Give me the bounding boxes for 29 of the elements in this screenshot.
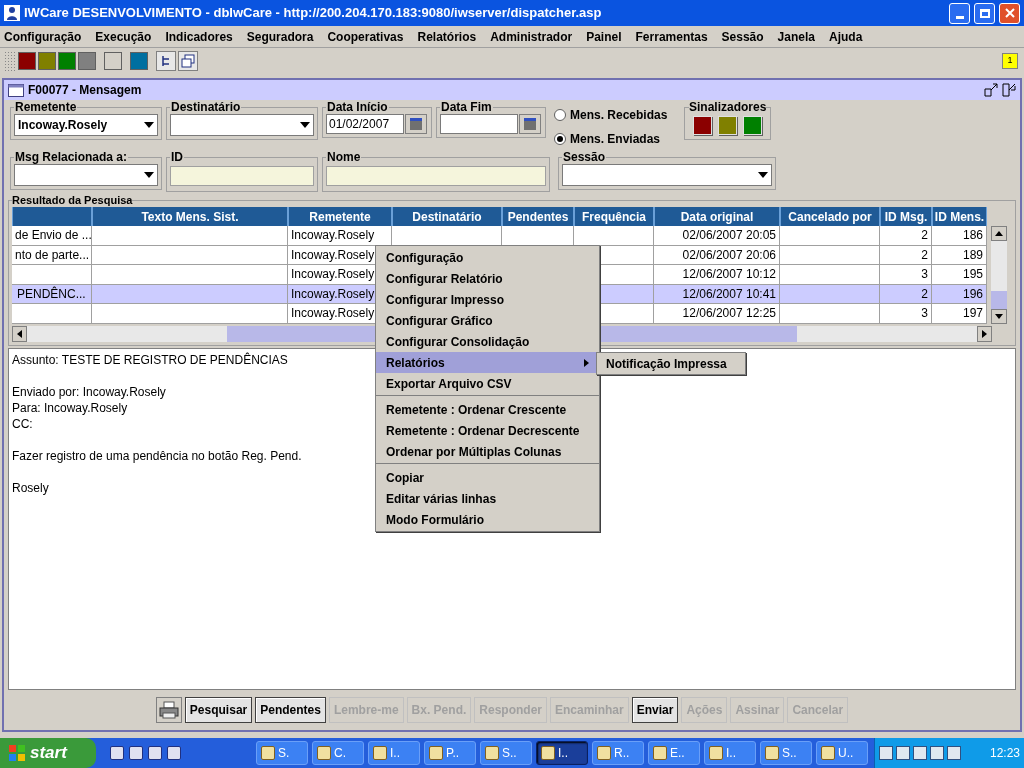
message-line: Enviado por: Incoway.Rosely — [12, 383, 166, 400]
table-cell: 186 — [932, 226, 987, 246]
table-cell: 12/06/2007 12:25 — [654, 304, 780, 324]
group-label: Data Início — [326, 100, 389, 114]
table-cell: 02/06/2007 20:05 — [654, 226, 780, 246]
window-title: IWCare DESENVOLVIMENTO - dbIwCare - http://200.204.170.183:9080/iwserver/dispatcher.asp — [24, 4, 603, 23]
group-label: Remetente — [14, 100, 78, 114]
table-cell: 195 — [932, 265, 987, 285]
table-cell: 197 — [932, 304, 987, 324]
group-label: Resultado da Pesquisa — [12, 194, 133, 207]
clock: 12:23 — [989, 745, 1020, 762]
table-cell: 12/06/2007 10:12 — [654, 265, 780, 285]
group-label: Sinalizadores — [689, 100, 767, 114]
group-label: ID — [170, 150, 184, 164]
table-cell: 3 — [880, 304, 932, 324]
message-line: Rosely — [12, 479, 49, 496]
message-line: CC: — [12, 415, 33, 432]
group-label: Sessão — [562, 150, 607, 164]
message-line: Para: Incoway.Rosely — [12, 399, 128, 416]
frame-title: F00077 - Mensagem — [28, 82, 142, 99]
message-line: Assunto: TESTE DE REGISTRO DE PENDÊNCIAS — [12, 351, 288, 368]
group-label: Msg Relacionada a: — [14, 150, 129, 164]
group-label: Destinatário — [170, 100, 242, 114]
table-cell: 3 — [880, 265, 932, 285]
message-line: Fazer registro de uma pendência no botão Reg. Pend. — [12, 447, 302, 464]
table-cell: de Envio de ... — [12, 226, 92, 246]
group-label: Nome — [326, 150, 362, 164]
table-cell: 2 — [880, 226, 932, 246]
group-label: Data Fim — [440, 100, 493, 114]
